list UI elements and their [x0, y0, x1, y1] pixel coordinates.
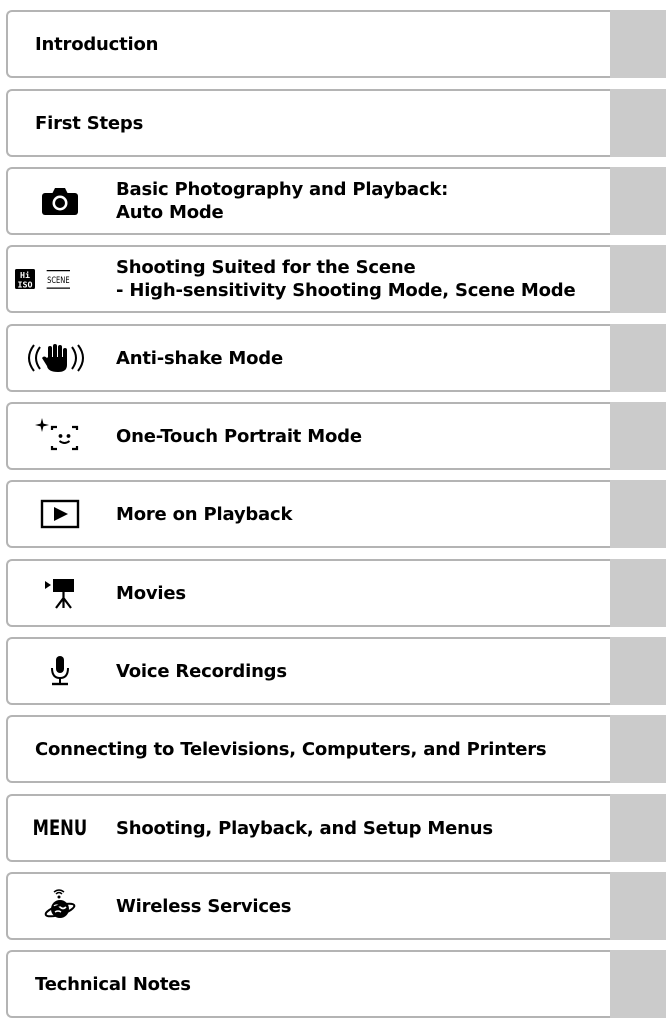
tab-label: Wireless Services [116, 895, 292, 917]
tab-label: Introduction [35, 33, 159, 55]
tab-label: Movies [116, 582, 186, 604]
anti-shake-hand-icon [16, 326, 96, 390]
tab-technical-notes[interactable]: Technical Notes [6, 950, 666, 1018]
tab-label: Anti-shake Mode [116, 347, 283, 369]
index-marker [610, 794, 666, 862]
index-marker [610, 167, 666, 235]
wireless-globe-icon [20, 874, 100, 938]
tab-scene-shooting[interactable]: Hi ISO SCENE Shooting Suited for the Sce… [6, 245, 666, 313]
tab-one-touch-portrait[interactable]: One-Touch Portrait Mode [6, 402, 666, 470]
index-marker [610, 324, 666, 392]
tab-first-steps[interactable]: First Steps [6, 89, 666, 157]
tab-label: Technical Notes [35, 973, 191, 995]
tab-label: Voice Recordings [116, 660, 287, 682]
tab-label: More on Playback [116, 503, 293, 525]
tab-label-line2: Auto Mode [116, 202, 224, 223]
tab-wireless-services[interactable]: Wireless Services [6, 872, 666, 940]
menu-icon-text: MENU [32, 816, 88, 840]
tab-voice-recordings[interactable]: Voice Recordings [6, 637, 666, 705]
portrait-face-icon [20, 404, 100, 468]
tab-connecting[interactable]: Connecting to Televisions, Computers, an… [6, 715, 666, 783]
tab-introduction[interactable]: Introduction [6, 10, 666, 78]
tab-menus[interactable]: MENU Shooting, Playback, and Setup Menus [6, 794, 666, 862]
tab-anti-shake[interactable]: Anti-shake Mode [6, 324, 666, 392]
hi-iso-scene-icon: Hi ISO SCENE [10, 247, 90, 311]
tab-label: Shooting, Playback, and Setup Menus [116, 817, 493, 839]
index-marker [610, 245, 666, 313]
svg-text:SCENE: SCENE [47, 275, 70, 286]
index-marker [610, 402, 666, 470]
index-marker [610, 872, 666, 940]
svg-text:ISO: ISO [17, 279, 32, 289]
index-marker [610, 480, 666, 548]
tab-label: Connecting to Televisions, Computers, an… [35, 738, 547, 760]
index-marker [610, 10, 666, 78]
tab-movies[interactable]: Movies [6, 559, 666, 627]
tab-label-line1: Basic Photography and Playback: [116, 179, 449, 200]
tab-label: First Steps [35, 112, 144, 134]
menu-icon: MENU [20, 796, 100, 860]
microphone-icon [20, 639, 100, 703]
tab-label: One-Touch Portrait Mode [116, 425, 362, 447]
index-marker [610, 89, 666, 157]
tab-more-on-playback[interactable]: More on Playback [6, 480, 666, 548]
index-marker [610, 637, 666, 705]
tab-label-line1: Shooting Suited for the Scene [116, 257, 416, 278]
playback-icon [20, 482, 100, 546]
tab-label-line2: - High-sensitivity Shooting Mode, Scene … [116, 280, 576, 301]
index-marker [610, 559, 666, 627]
tab-basic-photography[interactable]: Basic Photography and Playback: Auto Mod… [6, 167, 666, 235]
index-marker [610, 715, 666, 783]
movie-camera-icon [20, 561, 100, 625]
camera-icon [20, 169, 100, 233]
index-marker [610, 950, 666, 1018]
